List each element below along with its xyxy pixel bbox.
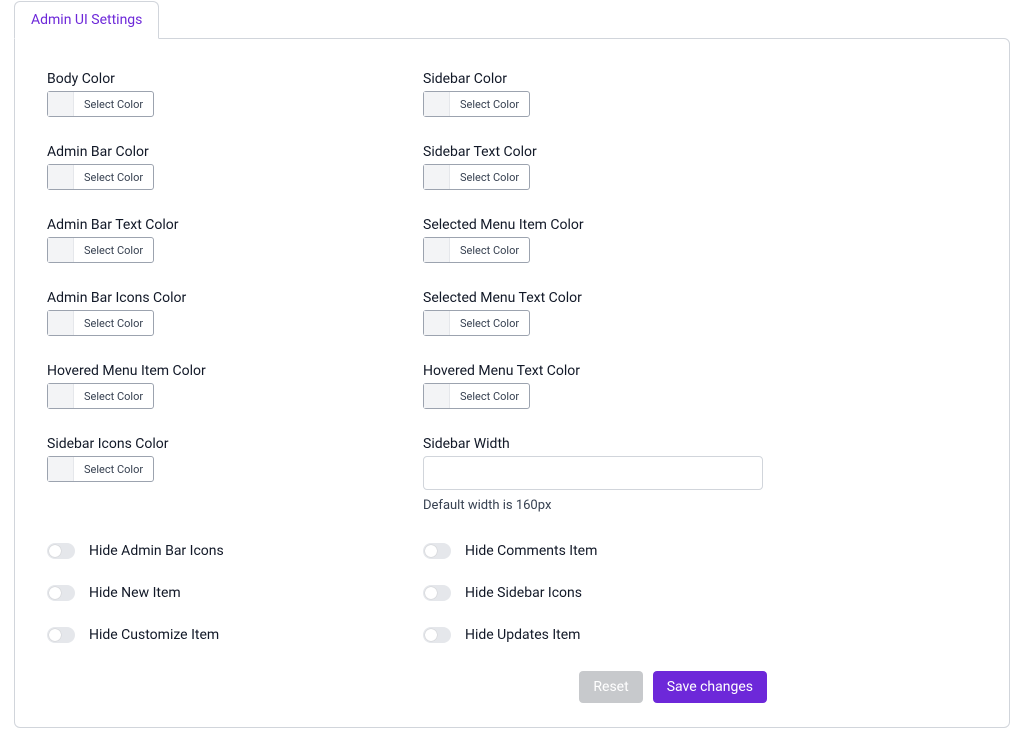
toggle-hide-comments-item-row: Hide Comments Item <box>423 543 767 559</box>
select-color-label: Select Color <box>450 165 529 189</box>
color-swatch-icon <box>48 238 74 262</box>
field-selected-menu-item-color: Selected Menu Item Color Select Color <box>423 217 767 266</box>
select-color-label: Select Color <box>450 311 529 335</box>
toggle-hide-new-item[interactable] <box>47 585 75 601</box>
field-admin-bar-icons-color: Admin Bar Icons Color Select Color <box>47 290 391 339</box>
toggle-hide-new-item-row: Hide New Item <box>47 585 391 601</box>
select-color-label: Select Color <box>74 238 153 262</box>
toggle-hide-updates-item-row: Hide Updates Item <box>423 627 767 643</box>
toggle-label: Hide Admin Bar Icons <box>89 543 224 559</box>
hovered-menu-text-color-select-button[interactable]: Select Color <box>423 383 530 409</box>
admin-bar-color-select-button[interactable]: Select Color <box>47 164 154 190</box>
select-color-label: Select Color <box>450 238 529 262</box>
select-color-label: Select Color <box>74 384 153 408</box>
select-color-label: Select Color <box>450 92 529 116</box>
body-color-select-button[interactable]: Select Color <box>47 91 154 117</box>
field-label: Admin Bar Icons Color <box>47 290 391 306</box>
color-swatch-icon <box>424 311 450 335</box>
field-hovered-menu-text-color: Hovered Menu Text Color Select Color <box>423 363 767 412</box>
field-label: Sidebar Icons Color <box>47 436 391 452</box>
sidebar-text-color-select-button[interactable]: Select Color <box>423 164 530 190</box>
field-label: Selected Menu Item Color <box>423 217 767 233</box>
select-color-label: Select Color <box>450 384 529 408</box>
select-color-label: Select Color <box>74 165 153 189</box>
color-swatch-icon <box>424 384 450 408</box>
field-sidebar-text-color: Sidebar Text Color Select Color <box>423 144 767 193</box>
toggle-hide-comments-item[interactable] <box>423 543 451 559</box>
field-sidebar-icons-color: Sidebar Icons Color Select Color <box>47 436 391 513</box>
field-label: Admin Bar Text Color <box>47 217 391 233</box>
color-swatch-icon <box>424 165 450 189</box>
field-selected-menu-text-color: Selected Menu Text Color Select Color <box>423 290 767 339</box>
field-admin-bar-text-color: Admin Bar Text Color Select Color <box>47 217 391 266</box>
field-sidebar-color: Sidebar Color Select Color <box>423 71 767 120</box>
field-label: Sidebar Text Color <box>423 144 767 160</box>
color-swatch-icon <box>424 238 450 262</box>
field-label: Hovered Menu Item Color <box>47 363 391 379</box>
select-color-label: Select Color <box>74 311 153 335</box>
select-color-label: Select Color <box>74 457 153 481</box>
toggle-hide-updates-item[interactable] <box>423 627 451 643</box>
admin-bar-icons-color-select-button[interactable]: Select Color <box>47 310 154 336</box>
field-label: Admin Bar Color <box>47 144 391 160</box>
toggle-hide-admin-bar-icons[interactable] <box>47 543 75 559</box>
hovered-menu-item-color-select-button[interactable]: Select Color <box>47 383 154 409</box>
color-swatch-icon <box>48 165 74 189</box>
select-color-label: Select Color <box>74 92 153 116</box>
toggle-hide-sidebar-icons-row: Hide Sidebar Icons <box>423 585 767 601</box>
settings-panel: Body Color Select Color Sidebar Color Se… <box>14 38 1010 728</box>
toggle-hide-customize-item-row: Hide Customize Item <box>47 627 391 643</box>
field-sidebar-width: Sidebar Width Default width is 160px <box>423 436 767 513</box>
reset-button[interactable]: Reset <box>579 671 642 703</box>
toggle-label: Hide Sidebar Icons <box>465 585 582 601</box>
sidebar-width-input[interactable] <box>423 456 763 490</box>
color-swatch-icon <box>48 384 74 408</box>
save-changes-button[interactable]: Save changes <box>653 671 767 703</box>
field-label: Sidebar Color <box>423 71 767 87</box>
field-body-color: Body Color Select Color <box>47 71 391 120</box>
toggle-hide-admin-bar-icons-row: Hide Admin Bar Icons <box>47 543 391 559</box>
color-swatch-icon <box>48 457 74 481</box>
tab-label: Admin UI Settings <box>31 12 142 28</box>
field-label: Selected Menu Text Color <box>423 290 767 306</box>
toggle-label: Hide Customize Item <box>89 627 219 643</box>
field-label: Body Color <box>47 71 391 87</box>
tab-admin-ui-settings[interactable]: Admin UI Settings <box>14 1 159 39</box>
selected-menu-item-color-select-button[interactable]: Select Color <box>423 237 530 263</box>
toggle-label: Hide New Item <box>89 585 181 601</box>
toggle-hide-sidebar-icons[interactable] <box>423 585 451 601</box>
sidebar-width-help: Default width is 160px <box>423 498 767 513</box>
field-hovered-menu-item-color: Hovered Menu Item Color Select Color <box>47 363 391 412</box>
field-label: Hovered Menu Text Color <box>423 363 767 379</box>
color-swatch-icon <box>48 311 74 335</box>
sidebar-icons-color-select-button[interactable]: Select Color <box>47 456 154 482</box>
selected-menu-text-color-select-button[interactable]: Select Color <box>423 310 530 336</box>
toggle-hide-customize-item[interactable] <box>47 627 75 643</box>
color-swatch-icon <box>424 92 450 116</box>
toggle-label: Hide Updates Item <box>465 627 580 643</box>
toggle-label: Hide Comments Item <box>465 543 597 559</box>
field-admin-bar-color: Admin Bar Color Select Color <box>47 144 391 193</box>
field-label: Sidebar Width <box>423 436 767 452</box>
color-swatch-icon <box>48 92 74 116</box>
sidebar-color-select-button[interactable]: Select Color <box>423 91 530 117</box>
admin-bar-text-color-select-button[interactable]: Select Color <box>47 237 154 263</box>
